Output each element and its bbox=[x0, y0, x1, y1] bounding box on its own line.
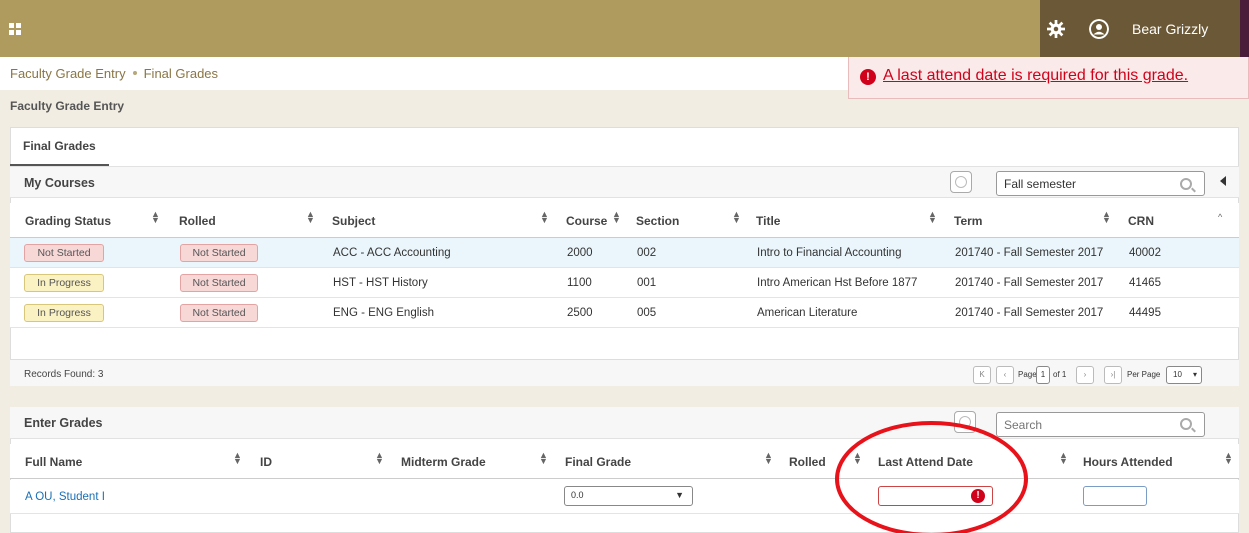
notification-message[interactable]: A last attend date is required for this … bbox=[883, 67, 1188, 85]
enter-grades-table-header: Full Name ▲ ▼ ID ▲ ▼ Midterm Grade ▲ ▼ Fina… bbox=[10, 444, 1239, 479]
sort-icon[interactable]: ▲ ▼ bbox=[539, 451, 548, 466]
grading-status-badge: In Progress bbox=[24, 304, 104, 322]
first-page-button[interactable]: K bbox=[973, 366, 991, 384]
grading-status-badge: Not Started bbox=[24, 244, 104, 262]
col-crn[interactable]: CRN bbox=[1128, 214, 1154, 228]
search-icon[interactable] bbox=[1180, 418, 1192, 430]
page-label: Page bbox=[1018, 370, 1037, 379]
section-cell: 002 bbox=[637, 247, 657, 259]
page-number-input[interactable]: 1 bbox=[1036, 366, 1050, 384]
search-icon[interactable] bbox=[1180, 178, 1192, 190]
col-subject[interactable]: Subject bbox=[332, 214, 375, 228]
sort-icon[interactable]: ▲ ▼ bbox=[1059, 451, 1068, 466]
term-cell: 201740 - Fall Semester 2017 bbox=[955, 307, 1104, 319]
sort-icon[interactable]: ▲ ▼ bbox=[1224, 451, 1233, 466]
per-page-label: Per Page bbox=[1127, 370, 1161, 379]
term-cell: 201740 - Fall Semester 2017 bbox=[955, 247, 1104, 259]
col-midterm-grade[interactable]: Midterm Grade bbox=[401, 455, 486, 469]
sort-icon[interactable]: ▲ ▼ bbox=[151, 210, 160, 225]
title-cell: American Literature bbox=[757, 307, 858, 319]
my-courses-search-input[interactable] bbox=[996, 171, 1205, 196]
col-final-grade[interactable]: Final Grade bbox=[565, 455, 631, 469]
sort-icon[interactable]: ▲ ▼ bbox=[764, 451, 773, 466]
final-grade-select[interactable]: 0.0 ▼ bbox=[564, 486, 693, 506]
column-settings-button[interactable] bbox=[950, 171, 972, 193]
apps-grid-icon[interactable] bbox=[9, 23, 21, 35]
records-found: Records Found: 3 bbox=[24, 369, 104, 380]
section-cell: 005 bbox=[637, 307, 657, 319]
col-grading-status[interactable]: Grading Status bbox=[25, 214, 111, 228]
student-name-link[interactable]: A OU, Student I bbox=[25, 491, 105, 503]
breadcrumb: Faculty Grade Entry Final Grades bbox=[10, 66, 218, 81]
per-page-select[interactable]: 10 ▾ bbox=[1166, 366, 1202, 384]
highlight-circle-annotation bbox=[835, 421, 1028, 533]
col-term[interactable]: Term bbox=[954, 214, 982, 228]
course-cell: 2500 bbox=[567, 307, 593, 319]
final-grade-value: 0.0 bbox=[571, 490, 584, 500]
page-title: Faculty Grade Entry bbox=[10, 99, 125, 113]
username[interactable]: Bear Grizzly bbox=[1132, 21, 1208, 37]
my-courses-footer: Records Found: 3 K ‹ Page 1 of 1 › ›| Pe… bbox=[10, 359, 1239, 386]
sort-icon[interactable]: ▲ ▼ bbox=[540, 210, 549, 225]
table-row[interactable]: Not Started Not Started ACC - ACC Accoun… bbox=[10, 238, 1239, 268]
table-row[interactable]: In Progress Not Started ENG - ENG Englis… bbox=[10, 298, 1239, 328]
term-cell: 201740 - Fall Semester 2017 bbox=[955, 277, 1104, 289]
hours-attended-input[interactable] bbox=[1083, 486, 1147, 506]
tab-final-grades[interactable]: Final Grades bbox=[10, 127, 109, 166]
title-cell: Intro American Hst Before 1877 bbox=[757, 277, 918, 289]
section-cell: 001 bbox=[637, 277, 657, 289]
last-page-button[interactable]: ›| bbox=[1104, 366, 1122, 384]
enter-grades-title: Enter Grades bbox=[24, 416, 103, 430]
sort-icon[interactable]: ▲ ▼ bbox=[732, 210, 741, 225]
crn-cell: 40002 bbox=[1129, 247, 1161, 259]
per-page-value: 10 bbox=[1173, 370, 1182, 379]
user-avatar-icon[interactable] bbox=[1089, 19, 1109, 39]
course-cell: 2000 bbox=[567, 247, 593, 259]
error-notification[interactable]: ! A last attend date is required for thi… bbox=[848, 57, 1249, 99]
chevron-down-icon: ▼ bbox=[675, 490, 684, 500]
next-page-button[interactable]: › bbox=[1076, 366, 1094, 384]
subject-cell: ACC - ACC Accounting bbox=[333, 247, 451, 259]
sort-icon[interactable]: ▲ ▼ bbox=[1102, 210, 1111, 225]
crn-cell: 44495 bbox=[1129, 307, 1161, 319]
col-title[interactable]: Title bbox=[756, 214, 780, 228]
tab-label: Final Grades bbox=[23, 139, 96, 153]
prev-page-button[interactable]: ‹ bbox=[996, 366, 1014, 384]
table-row[interactable]: In Progress Not Started HST - HST Histor… bbox=[10, 268, 1239, 298]
sort-icon[interactable]: ▲ ▼ bbox=[928, 210, 937, 225]
topbar-edge bbox=[1240, 0, 1249, 57]
error-icon: ! bbox=[860, 69, 876, 85]
breadcrumb-item[interactable]: Faculty Grade Entry bbox=[10, 66, 126, 81]
subject-cell: HST - HST History bbox=[333, 277, 428, 289]
collapse-left-icon[interactable] bbox=[1220, 176, 1226, 186]
col-section[interactable]: Section bbox=[636, 214, 679, 228]
col-rolled[interactable]: Rolled bbox=[789, 455, 826, 469]
sort-icon[interactable]: ▲ ▼ bbox=[233, 451, 242, 466]
course-cell: 1100 bbox=[567, 277, 592, 289]
col-course[interactable]: Course bbox=[566, 214, 607, 228]
rolled-badge: Not Started bbox=[180, 304, 258, 322]
enter-grades-search-input[interactable] bbox=[996, 412, 1205, 437]
sort-icon[interactable]: ▲ ▼ bbox=[612, 210, 621, 225]
top-bar: Bear Grizzly bbox=[0, 0, 1249, 57]
rolled-badge: Not Started bbox=[180, 244, 258, 262]
crn-cell: 41465 bbox=[1129, 277, 1161, 289]
col-rolled[interactable]: Rolled bbox=[179, 214, 216, 228]
rolled-badge: Not Started bbox=[180, 274, 258, 292]
breadcrumb-item: Final Grades bbox=[143, 66, 219, 81]
col-full-name[interactable]: Full Name bbox=[25, 455, 82, 469]
subject-cell: ENG - ENG English bbox=[333, 307, 434, 319]
gear-icon[interactable] bbox=[1047, 20, 1065, 38]
col-hours-attended[interactable]: Hours Attended bbox=[1083, 455, 1173, 469]
grading-status-badge: In Progress bbox=[24, 274, 104, 292]
title-cell: Intro to Financial Accounting bbox=[757, 247, 902, 259]
scroll-up-icon[interactable]: ^ bbox=[1218, 212, 1222, 222]
sort-icon[interactable]: ▲ ▼ bbox=[375, 451, 384, 466]
col-id[interactable]: ID bbox=[260, 455, 272, 469]
my-courses-table-header: Grading Status ▲ ▼ Rolled ▲ ▼ Subject ▲ ▼ C… bbox=[10, 203, 1239, 238]
page-of-label: of 1 bbox=[1053, 370, 1067, 379]
sort-icon[interactable]: ▲ ▼ bbox=[306, 210, 315, 225]
my-courses-title: My Courses bbox=[24, 176, 95, 190]
